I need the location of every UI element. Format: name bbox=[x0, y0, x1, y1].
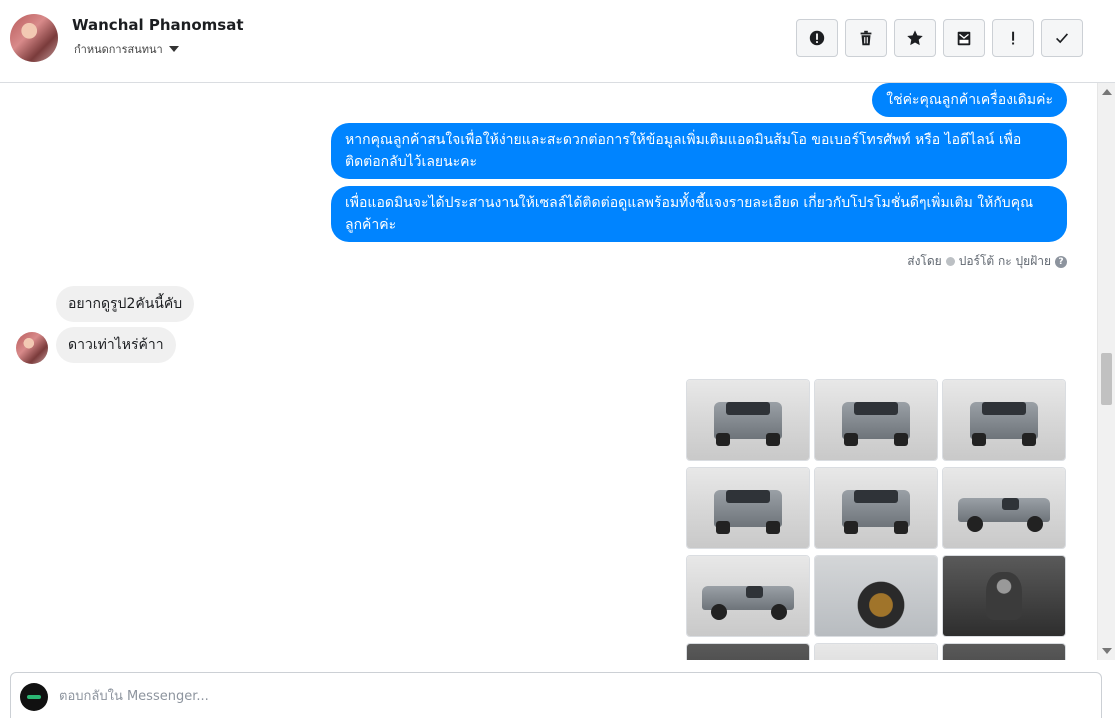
photo-detail bbox=[815, 644, 937, 660]
photo-detail bbox=[726, 490, 770, 504]
outgoing-message[interactable]: เพื่อแอดมินจะได้ประสานงานให้เซลล์ได้ติดต… bbox=[331, 186, 1067, 242]
incoming-message[interactable]: อยากดูรูป2คันนี้คับ bbox=[56, 286, 195, 322]
photo-detail bbox=[844, 432, 858, 446]
assign-conversation-dropdown[interactable]: กำหนดการสนทนา bbox=[74, 40, 179, 58]
scroll-up-arrow-icon[interactable] bbox=[1102, 89, 1112, 95]
photo-detail bbox=[894, 432, 908, 446]
scroll-down-arrow-icon[interactable] bbox=[1102, 648, 1112, 654]
photo-detail bbox=[716, 432, 730, 446]
alert-circle-icon bbox=[809, 30, 825, 46]
conversation-header: Wanchal Phanomsat กำหนดการสนทนา bbox=[0, 0, 1115, 83]
sent-by-info: ส่งโดย ปอร์โต้ กะ ปุยฝ้าย ? bbox=[907, 252, 1067, 271]
follow-up-button[interactable] bbox=[992, 19, 1034, 57]
envelope-icon bbox=[957, 31, 971, 46]
chevron-down-icon bbox=[168, 46, 179, 52]
photo-detail bbox=[972, 432, 986, 446]
photo-detail bbox=[766, 520, 780, 534]
help-icon[interactable]: ? bbox=[1055, 255, 1067, 268]
photo-attachment[interactable] bbox=[686, 643, 810, 660]
photo-detail bbox=[851, 580, 911, 630]
photo-detail bbox=[745, 586, 763, 598]
photo-detail bbox=[687, 644, 809, 660]
sent-by-label: ส่งโดย bbox=[907, 254, 942, 268]
photo-detail bbox=[982, 402, 1026, 416]
contact-name[interactable]: Wanchal Phanomsat bbox=[72, 16, 244, 34]
mark-unread-button[interactable] bbox=[943, 19, 985, 57]
report-spam-button[interactable] bbox=[796, 19, 838, 57]
star-button[interactable] bbox=[894, 19, 936, 57]
outgoing-message[interactable]: ใช่ค่ะคุณลูกค้าเครื่องเดิมค่ะ bbox=[872, 83, 1067, 117]
verified-dot-icon bbox=[945, 257, 955, 266]
photo-detail bbox=[726, 402, 770, 416]
thread-scrollbar[interactable] bbox=[1097, 83, 1115, 660]
photo-attachments-grid bbox=[686, 379, 1066, 660]
photo-detail bbox=[1022, 432, 1036, 446]
photo-detail bbox=[854, 490, 898, 504]
photo-detail bbox=[766, 432, 780, 446]
incoming-message[interactable]: ดาวเท่าไหร่ค้าา bbox=[56, 327, 176, 363]
photo-attachment[interactable] bbox=[942, 467, 1066, 549]
photo-detail bbox=[771, 604, 788, 620]
assign-label: กำหนดการสนทนา bbox=[74, 43, 163, 56]
outgoing-message[interactable]: หากคุณลูกค้าสนใจเพื่อให้ง่ายและสะดวกต่อก… bbox=[331, 123, 1067, 179]
photo-attachment[interactable] bbox=[686, 467, 810, 549]
trash-icon bbox=[860, 30, 872, 46]
photo-attachment[interactable] bbox=[942, 555, 1066, 637]
check-icon bbox=[1056, 33, 1069, 44]
photo-detail bbox=[716, 520, 730, 534]
messenger-inbox: Wanchal Phanomsat กำหนดการสนทนา ใช่ค่ะคุ… bbox=[0, 0, 1115, 718]
photo-detail bbox=[844, 520, 858, 534]
sent-by-name: ปอร์โต้ กะ ปุยฝ้าย bbox=[958, 254, 1051, 268]
photo-detail bbox=[894, 520, 908, 534]
star-icon bbox=[907, 30, 923, 46]
mark-done-button[interactable] bbox=[1041, 19, 1083, 57]
photo-detail bbox=[943, 644, 1065, 660]
sender-avatar[interactable] bbox=[16, 332, 48, 364]
photo-attachment[interactable] bbox=[814, 467, 938, 549]
exclamation-icon bbox=[1012, 31, 1015, 45]
photo-detail bbox=[854, 402, 898, 416]
scrollbar-thumb[interactable] bbox=[1101, 353, 1112, 405]
photo-detail bbox=[1027, 516, 1044, 532]
message-thread[interactable]: ใช่ค่ะคุณลูกค้าเครื่องเดิมค่ะ หากคุณลูกค… bbox=[0, 83, 1097, 660]
reply-box bbox=[10, 672, 1102, 718]
photo-detail bbox=[1001, 498, 1019, 510]
reply-input[interactable] bbox=[59, 685, 1059, 707]
conversation-toolbar bbox=[796, 19, 1083, 57]
photo-attachment[interactable] bbox=[942, 379, 1066, 461]
photo-attachment[interactable] bbox=[814, 555, 938, 637]
page-avatar bbox=[20, 683, 48, 711]
photo-detail bbox=[985, 572, 1023, 620]
photo-attachment[interactable] bbox=[686, 555, 810, 637]
photo-attachment[interactable] bbox=[686, 379, 810, 461]
photo-attachment[interactable] bbox=[942, 643, 1066, 660]
photo-attachment[interactable] bbox=[814, 643, 938, 660]
photo-attachment[interactable] bbox=[814, 379, 938, 461]
contact-avatar[interactable] bbox=[10, 14, 58, 62]
delete-button[interactable] bbox=[845, 19, 887, 57]
